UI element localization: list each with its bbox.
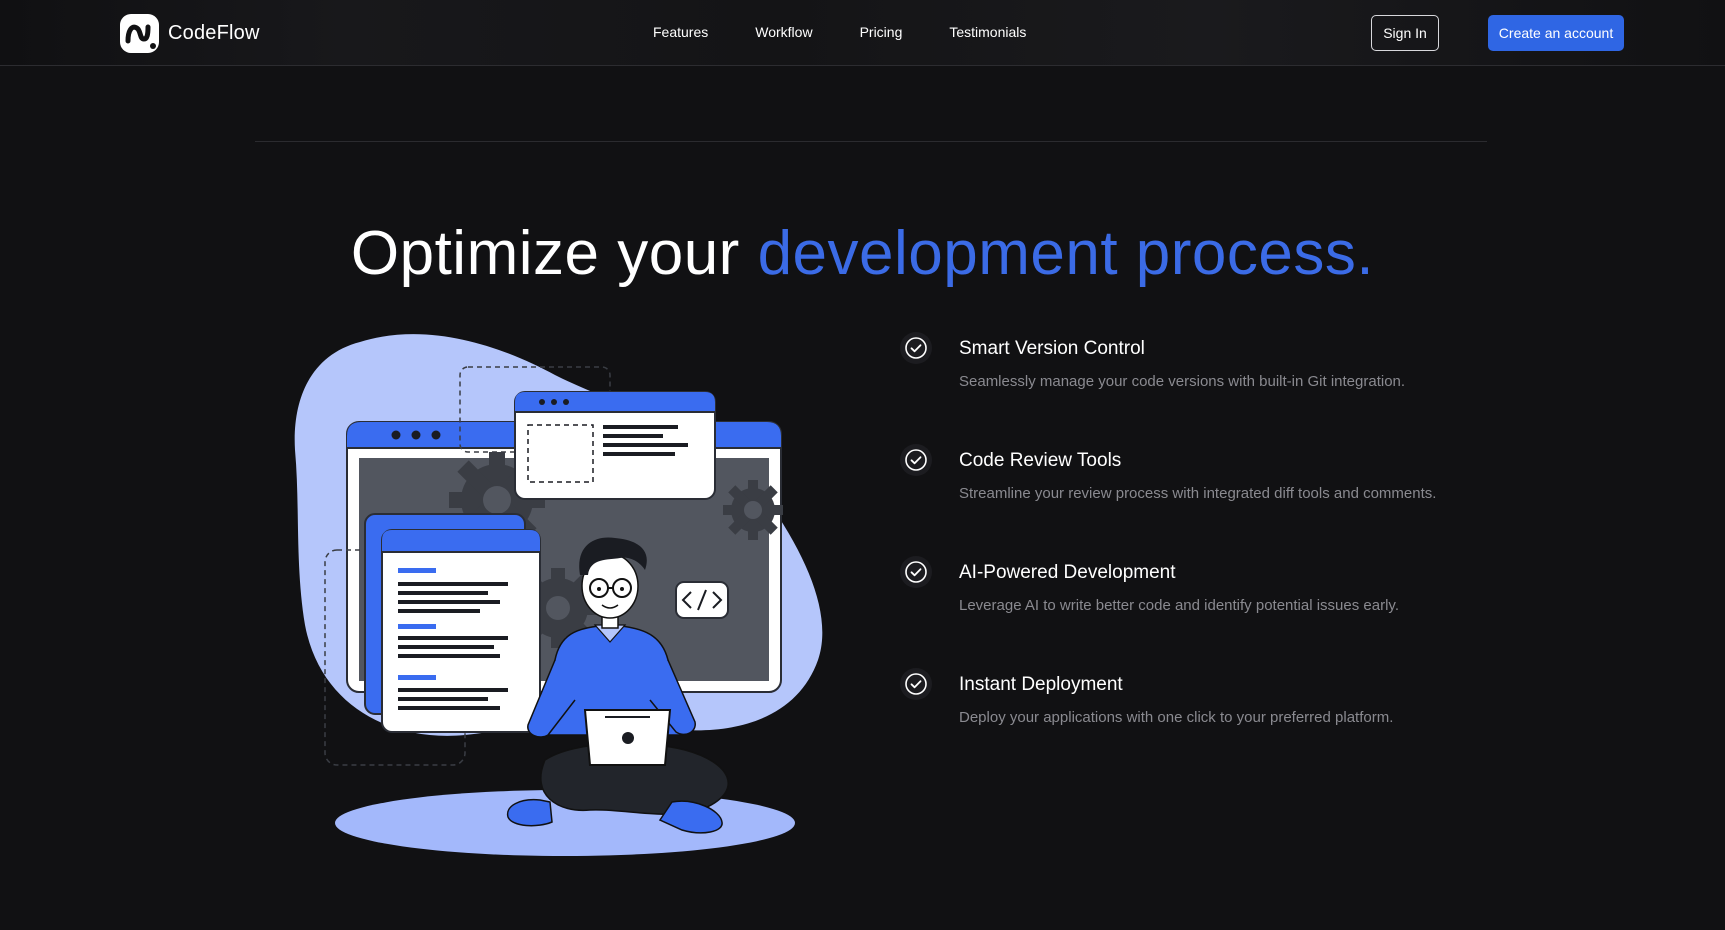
check-circle-icon xyxy=(900,668,932,700)
feature-title: Smart Version Control xyxy=(959,338,1145,359)
brand-name: CodeFlow xyxy=(168,22,260,44)
nav-link-testimonials[interactable]: Testimonials xyxy=(949,24,1026,40)
headline-accent: development process. xyxy=(757,219,1375,288)
feature-title: Code Review Tools xyxy=(959,450,1122,471)
nav-link-features[interactable]: Features xyxy=(653,24,708,40)
feature-list: Smart Version Control Seamlessly manage … xyxy=(900,332,1520,780)
feature-title: Instant Deployment xyxy=(959,674,1123,695)
check-circle-icon xyxy=(900,556,932,588)
brand-logo[interactable]: CodeFlow xyxy=(119,13,260,54)
nav-link-workflow[interactable]: Workflow xyxy=(755,24,812,40)
feature-item: Code Review Tools Streamline your review… xyxy=(900,444,1520,556)
hero-headline: Optimize your development process. xyxy=(0,218,1725,289)
nav-link-pricing[interactable]: Pricing xyxy=(860,24,903,40)
check-circle-icon xyxy=(900,332,932,364)
sign-in-button[interactable]: Sign In xyxy=(1371,15,1439,51)
developer-illustration xyxy=(294,334,823,856)
feature-item: AI-Powered Development Leverage AI to wr… xyxy=(900,556,1520,668)
feature-item: Instant Deployment Deploy your applicati… xyxy=(900,668,1520,780)
top-navigation: CodeFlow Features Workflow Pricing Testi… xyxy=(0,0,1725,66)
feature-description: Deploy your applications with one click … xyxy=(959,709,1394,726)
codeflow-logo-icon xyxy=(120,14,159,53)
headline-start: Optimize your xyxy=(350,219,740,288)
create-account-button[interactable]: Create an account xyxy=(1488,15,1624,51)
section-divider xyxy=(255,141,1487,142)
check-circle-icon xyxy=(900,444,932,476)
main-nav: Features Workflow Pricing Testimonials xyxy=(653,24,1073,40)
feature-description: Leverage AI to write better code and ide… xyxy=(959,597,1399,614)
feature-description: Streamline your review process with inte… xyxy=(959,485,1437,502)
feature-description: Seamlessly manage your code versions wit… xyxy=(959,373,1406,390)
feature-item: Smart Version Control Seamlessly manage … xyxy=(900,332,1520,444)
feature-title: AI-Powered Development xyxy=(959,562,1176,583)
